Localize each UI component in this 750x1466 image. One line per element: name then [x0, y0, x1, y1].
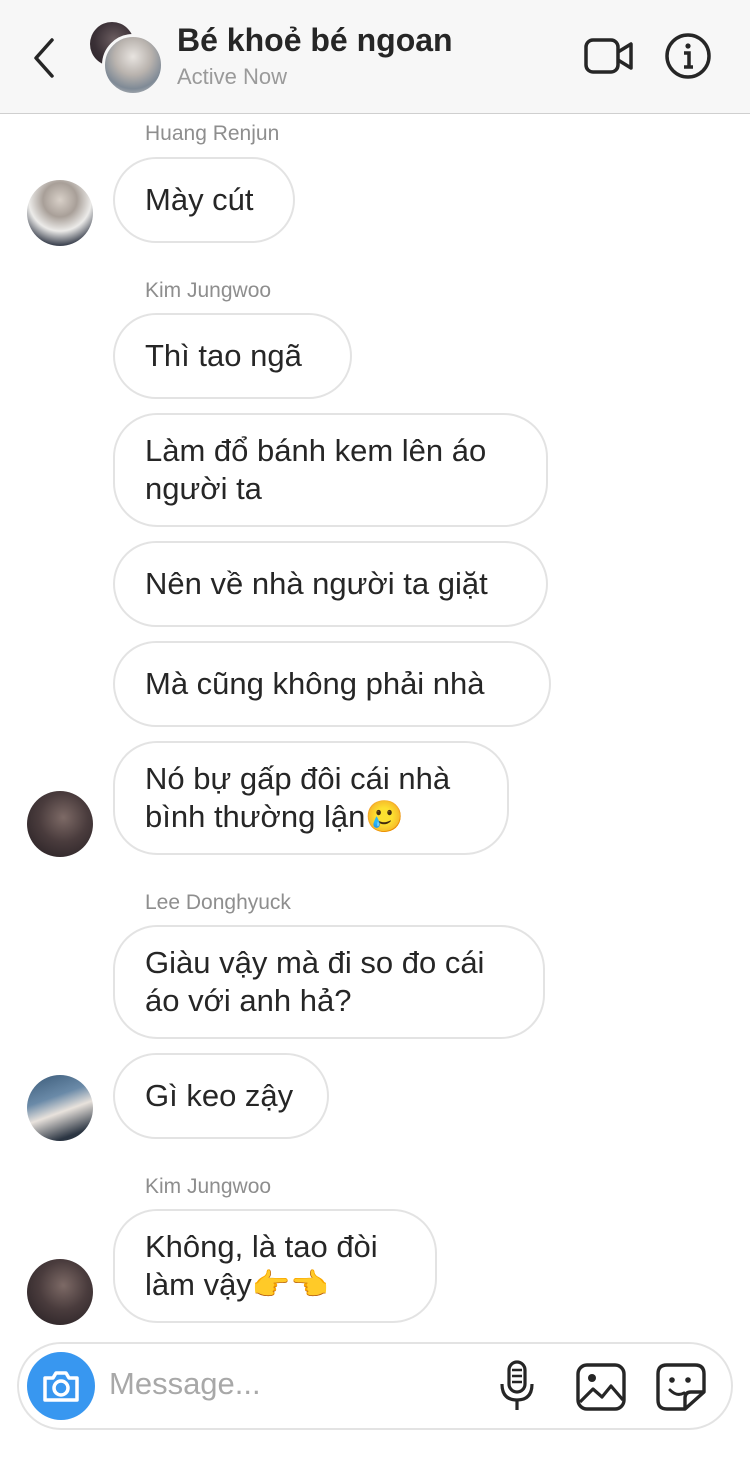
message-text: Không, là tao đòi làm vậy👉👈 — [145, 1229, 378, 1302]
group-avatar-front — [102, 34, 164, 96]
camera-button[interactable] — [27, 1352, 95, 1420]
message-text: Làm đổ bánh kem lên áo người ta — [145, 433, 487, 506]
video-camera-icon — [584, 38, 633, 74]
info-button[interactable] — [664, 32, 712, 80]
gallery-icon — [576, 1363, 626, 1411]
group-avatar[interactable] — [90, 22, 164, 96]
avatar[interactable] — [27, 1075, 93, 1141]
message-text: Thì tao ngã — [145, 338, 302, 373]
message-bubble[interactable]: Giàu vậy mà đi so đo cái áo với anh hả? — [113, 925, 545, 1039]
active-status: Active Now — [177, 64, 288, 89]
camera-icon — [43, 1371, 79, 1402]
back-button[interactable] — [28, 36, 64, 80]
info-icon — [665, 33, 711, 79]
message-input[interactable] — [109, 1366, 469, 1402]
avatar[interactable] — [27, 1259, 93, 1325]
microphone-icon — [500, 1360, 534, 1410]
message-composer — [17, 1342, 733, 1430]
voice-message-button[interactable] — [497, 1360, 537, 1412]
message-bubble[interactable]: Mày cút — [113, 157, 295, 243]
message-text: Gì keo zậy — [145, 1078, 294, 1113]
message-text: Mày cút — [145, 182, 254, 217]
message-bubble[interactable]: Mà cũng không phải nhà — [113, 641, 551, 727]
message-bubble[interactable]: Thì tao ngã — [113, 313, 352, 399]
message-bubble[interactable]: Làm đổ bánh kem lên áo người ta — [113, 413, 548, 527]
sender-name: Kim Jungwoo — [145, 1175, 272, 1198]
message-text: Mà cũng không phải nhà — [145, 666, 485, 701]
avatar[interactable] — [27, 791, 93, 857]
chat-header: Bé khoẻ bé ngoan Active Now — [0, 0, 750, 114]
message-bubble[interactable]: Nó bự gấp đôi cái nhà bình thường lận🥲 — [113, 741, 509, 855]
message-bubble[interactable]: Nên về nhà người ta giặt — [113, 541, 548, 627]
message-text: Nó bự gấp đôi cái nhà bình thường lận🥲 — [145, 761, 451, 834]
message-bubble[interactable]: Không, là tao đòi làm vậy👉👈 — [113, 1209, 437, 1323]
sender-name: Huang Renjun — [145, 122, 280, 145]
chevron-left-icon — [34, 38, 54, 78]
chat-title[interactable]: Bé khoẻ bé ngoan — [177, 22, 453, 59]
sticker-icon — [656, 1363, 706, 1411]
message-text: Giàu vậy mà đi so đo cái áo với anh hả? — [145, 945, 485, 1018]
gallery-button[interactable] — [575, 1362, 627, 1412]
sender-name: Lee Donghyuck — [145, 891, 291, 914]
avatar[interactable] — [27, 180, 93, 246]
sender-name: Kim Jungwoo — [145, 279, 272, 302]
sticker-button[interactable] — [655, 1362, 707, 1412]
message-bubble[interactable]: Gì keo zậy — [113, 1053, 329, 1139]
message-text: Nên về nhà người ta giặt — [145, 566, 488, 601]
video-call-button[interactable] — [584, 36, 634, 76]
